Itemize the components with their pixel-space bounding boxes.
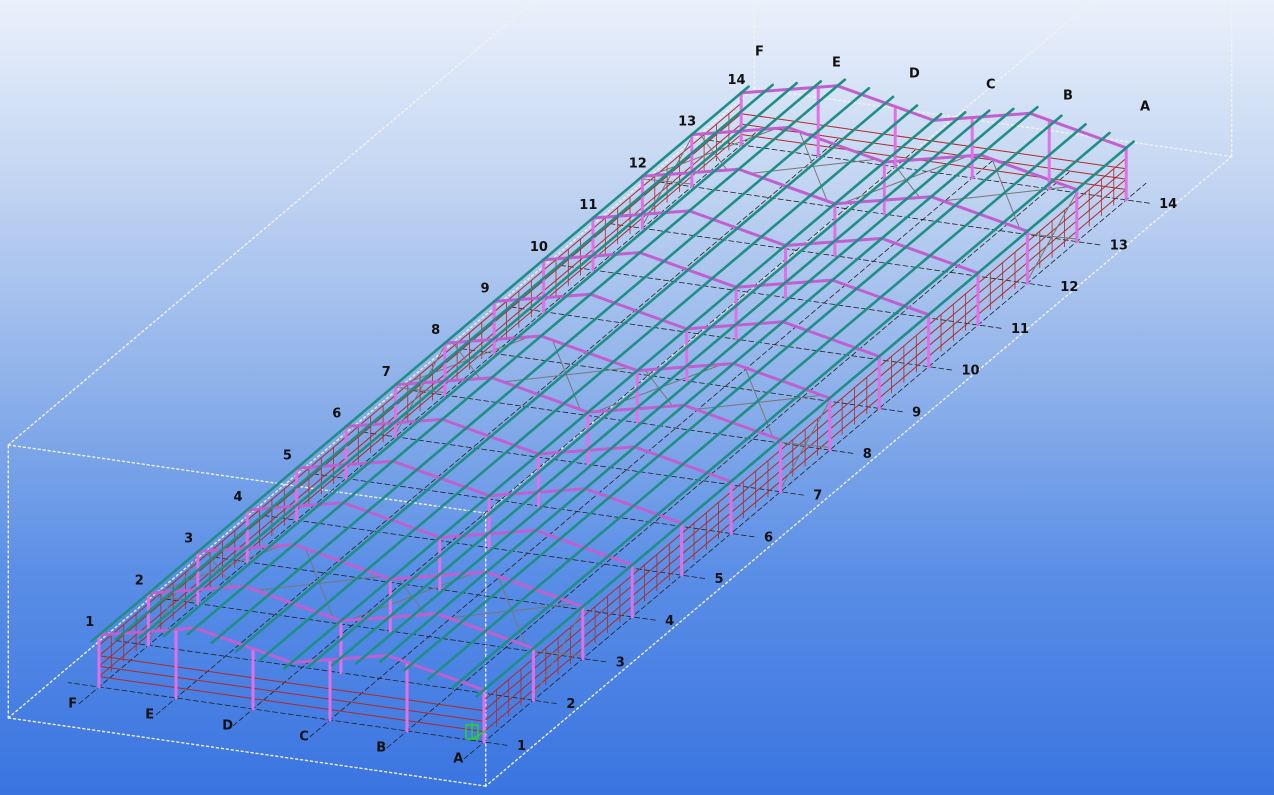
- grid-label-number: 11: [1011, 322, 1029, 337]
- grid-label-number-far: 7: [382, 365, 391, 380]
- roof-purlin: [282, 112, 943, 671]
- grid-label-letter-far: B: [1063, 88, 1073, 103]
- roof-purlin: [162, 80, 823, 638]
- grid-label-letter: D: [222, 719, 233, 734]
- grid-label-number-far: 10: [530, 240, 548, 255]
- end-girt: [740, 134, 1127, 190]
- grid-label-number-far: 13: [678, 115, 696, 130]
- grid-label-number-far: 6: [332, 407, 341, 422]
- grid-label-number-far: 4: [234, 490, 243, 505]
- grid-label-number: 3: [616, 656, 625, 671]
- roof-purlin: [114, 83, 775, 641]
- grid-label-letter: F: [68, 697, 77, 712]
- bbox-edge: [7, 444, 487, 514]
- grid-label-number: 10: [962, 364, 980, 379]
- roof-purlin: [403, 114, 1063, 672]
- roof-purlin: [258, 104, 919, 662]
- gridline-letter: [309, 160, 993, 738]
- grid-label-number-far: 8: [431, 323, 440, 338]
- model-viewport[interactable]: 1 1 2 2 3 3 4 4 5 5 6 6 7 7 8 8 9 9 10 10 11 11 12 12 13 13 14 14 A A…: [0, 0, 1274, 795]
- gridline-letter: [463, 182, 1147, 760]
- grid-label-number: 4: [665, 614, 674, 629]
- bbox-edge: [7, 717, 487, 787]
- roof-purlin: [234, 95, 895, 653]
- grid-label-letter-far: A: [1140, 99, 1150, 114]
- end-girt: [98, 665, 485, 722]
- grid-label-number: 13: [1110, 238, 1128, 253]
- gridline-letter: [155, 138, 839, 716]
- grid-label-letter-far: E: [832, 55, 841, 70]
- grid-label-number: 5: [715, 572, 724, 587]
- grid-label-number: 8: [863, 447, 872, 462]
- grid-label-number-far: 11: [579, 198, 597, 213]
- roof-purlin: [475, 140, 1135, 698]
- grid-label-letter: B: [376, 741, 386, 756]
- grid-label-number: 9: [912, 405, 921, 420]
- grid-label-letter: E: [145, 708, 154, 723]
- grid-label-number-far: 12: [629, 156, 647, 171]
- grid-label-letter-far: D: [909, 66, 920, 81]
- grid-label-number: 12: [1060, 280, 1078, 295]
- grid-label-number-far: 2: [135, 573, 144, 588]
- roof-purlin: [210, 86, 871, 645]
- grid-label-number: 2: [566, 697, 575, 712]
- grid-label-letter: A: [453, 752, 463, 767]
- roof-purlin: [186, 78, 847, 636]
- grid-label-letter: C: [299, 730, 309, 745]
- grid-label-number-far: 1: [85, 615, 94, 630]
- grid-label-letter-far: F: [755, 44, 764, 59]
- roof-purlin: [90, 85, 750, 643]
- roof-purlin: [378, 105, 1039, 664]
- grid-label-number: 6: [764, 530, 773, 545]
- grid-label-number: 1: [517, 739, 526, 754]
- grid-label-number: 14: [1159, 197, 1177, 212]
- grid-label-number-far: 14: [728, 73, 746, 88]
- roof-purlin: [138, 81, 799, 640]
- grid-label-number-far: 5: [283, 448, 292, 463]
- grid-label-number-far: 9: [481, 282, 490, 297]
- grid-label-letter-far: C: [986, 77, 996, 92]
- gridline-letter: [386, 171, 1070, 749]
- grid-label-number-far: 3: [184, 532, 193, 547]
- grid-label-number: 7: [813, 489, 822, 504]
- steel-frame-3d-view[interactable]: 11223344556677889910101111121213131414AA…: [0, 0, 1274, 795]
